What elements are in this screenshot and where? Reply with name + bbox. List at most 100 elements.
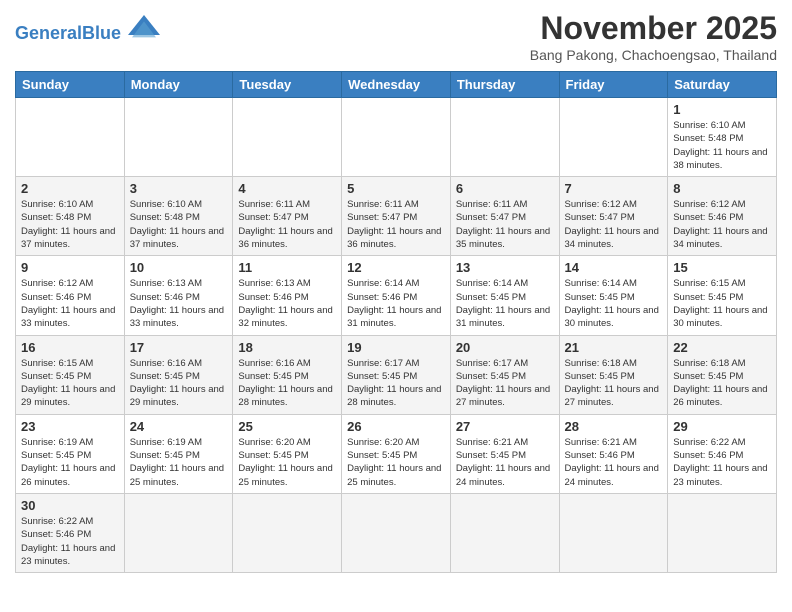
calendar-cell: 3 Sunrise: 6:10 AM Sunset: 5:48 PM Daylig… — [124, 177, 233, 256]
day-info: Sunrise: 6:15 AM Sunset: 5:45 PM Dayligh… — [21, 357, 119, 410]
day-info: Sunrise: 6:12 AM Sunset: 5:46 PM Dayligh… — [21, 277, 119, 330]
day-number: 22 — [673, 340, 771, 355]
day-number: 17 — [130, 340, 228, 355]
day-info: Sunrise: 6:17 AM Sunset: 5:45 PM Dayligh… — [347, 357, 445, 410]
day-number: 24 — [130, 419, 228, 434]
day-number: 6 — [456, 181, 554, 196]
calendar-week-5: 30 Sunrise: 6:22 AM Sunset: 5:46 PM Dayli… — [16, 493, 777, 572]
day-info: Sunrise: 6:11 AM Sunset: 5:47 PM Dayligh… — [456, 198, 554, 251]
day-info: Sunrise: 6:18 AM Sunset: 5:45 PM Dayligh… — [673, 357, 771, 410]
logo-icon — [128, 15, 160, 39]
day-info: Sunrise: 6:18 AM Sunset: 5:45 PM Dayligh… — [565, 357, 663, 410]
calendar-cell: 8Sunrise: 6:12 AM Sunset: 5:46 PM Daylig… — [668, 177, 777, 256]
calendar-week-2: 9Sunrise: 6:12 AM Sunset: 5:46 PM Daylig… — [16, 256, 777, 335]
day-number: 20 — [456, 340, 554, 355]
day-number: 13 — [456, 260, 554, 275]
day-number: 14 — [565, 260, 663, 275]
day-info: Sunrise: 6:21 AM Sunset: 5:45 PM Dayligh… — [456, 436, 554, 489]
calendar-cell: 21Sunrise: 6:18 AM Sunset: 5:45 PM Dayli… — [559, 335, 668, 414]
calendar-week-3: 16 Sunrise: 6:15 AM Sunset: 5:45 PM Dayli… — [16, 335, 777, 414]
calendar-cell — [124, 98, 233, 177]
day-info: Sunrise: 6:13 AM Sunset: 5:46 PM Dayligh… — [238, 277, 336, 330]
day-info: Sunrise: 6:10 AM Sunset: 5:48 PM Dayligh… — [130, 198, 228, 251]
day-info: Sunrise: 6:22 AM Sunset: 5:46 PM Dayligh… — [673, 436, 771, 489]
calendar-cell: 7 Sunrise: 6:12 AM Sunset: 5:47 PM Daylig… — [559, 177, 668, 256]
day-number: 2 — [21, 181, 119, 196]
day-info: Sunrise: 6:16 AM Sunset: 5:45 PM Dayligh… — [238, 357, 336, 410]
calendar-cell: 11 Sunrise: 6:13 AM Sunset: 5:46 PM Dayli… — [233, 256, 342, 335]
day-info: Sunrise: 6:11 AM Sunset: 5:47 PM Dayligh… — [238, 198, 336, 251]
day-number: 7 — [565, 181, 663, 196]
calendar-cell: 1Sunrise: 6:10 AM Sunset: 5:48 PM Daylig… — [668, 98, 777, 177]
calendar-subtitle: Bang Pakong, Chachoengsao, Thailand — [530, 47, 777, 63]
header-saturday: Saturday — [668, 72, 777, 98]
day-number: 16 — [21, 340, 119, 355]
calendar-cell: 23Sunrise: 6:19 AM Sunset: 5:45 PM Dayli… — [16, 414, 125, 493]
calendar-cell: 17 Sunrise: 6:16 AM Sunset: 5:45 PM Dayli… — [124, 335, 233, 414]
day-info: Sunrise: 6:13 AM Sunset: 5:46 PM Dayligh… — [130, 277, 228, 330]
calendar-cell: 25Sunrise: 6:20 AM Sunset: 5:45 PM Dayli… — [233, 414, 342, 493]
calendar-week-1: 2 Sunrise: 6:10 AM Sunset: 5:48 PM Daylig… — [16, 177, 777, 256]
calendar-week-0: 1Sunrise: 6:10 AM Sunset: 5:48 PM Daylig… — [16, 98, 777, 177]
day-info: Sunrise: 6:10 AM Sunset: 5:48 PM Dayligh… — [21, 198, 119, 251]
day-info: Sunrise: 6:11 AM Sunset: 5:47 PM Dayligh… — [347, 198, 445, 251]
calendar-cell: 18 Sunrise: 6:16 AM Sunset: 5:45 PM Dayli… — [233, 335, 342, 414]
header-friday: Friday — [559, 72, 668, 98]
title-block: November 2025 Bang Pakong, Chachoengsao,… — [530, 10, 777, 63]
day-info: Sunrise: 6:19 AM Sunset: 5:45 PM Dayligh… — [130, 436, 228, 489]
day-info: Sunrise: 6:17 AM Sunset: 5:45 PM Dayligh… — [456, 357, 554, 410]
calendar-header-row: SundayMondayTuesdayWednesdayThursdayFrid… — [16, 72, 777, 98]
calendar-table: SundayMondayTuesdayWednesdayThursdayFrid… — [15, 71, 777, 573]
day-info: Sunrise: 6:19 AM Sunset: 5:45 PM Dayligh… — [21, 436, 119, 489]
calendar-cell: 30 Sunrise: 6:22 AM Sunset: 5:46 PM Dayli… — [16, 493, 125, 572]
calendar-week-4: 23Sunrise: 6:19 AM Sunset: 5:45 PM Dayli… — [16, 414, 777, 493]
day-info: Sunrise: 6:14 AM Sunset: 5:45 PM Dayligh… — [565, 277, 663, 330]
day-number: 29 — [673, 419, 771, 434]
calendar-cell: 26Sunrise: 6:20 AM Sunset: 5:45 PM Dayli… — [342, 414, 451, 493]
day-number: 28 — [565, 419, 663, 434]
calendar-cell — [450, 493, 559, 572]
day-info: Sunrise: 6:10 AM Sunset: 5:48 PM Dayligh… — [673, 119, 771, 172]
calendar-cell — [233, 98, 342, 177]
header-sunday: Sunday — [16, 72, 125, 98]
day-number: 30 — [21, 498, 119, 513]
day-number: 3 — [130, 181, 228, 196]
header-thursday: Thursday — [450, 72, 559, 98]
calendar-cell: 5Sunrise: 6:11 AM Sunset: 5:47 PM Daylig… — [342, 177, 451, 256]
day-number: 25 — [238, 419, 336, 434]
day-number: 27 — [456, 419, 554, 434]
header-monday: Monday — [124, 72, 233, 98]
day-info: Sunrise: 6:14 AM Sunset: 5:45 PM Dayligh… — [456, 277, 554, 330]
day-number: 10 — [130, 260, 228, 275]
calendar-cell — [124, 493, 233, 572]
calendar-cell: 4 Sunrise: 6:11 AM Sunset: 5:47 PM Daylig… — [233, 177, 342, 256]
logo-text: GeneralBlue — [15, 23, 126, 43]
day-info: Sunrise: 6:16 AM Sunset: 5:45 PM Dayligh… — [130, 357, 228, 410]
calendar-cell: 6 Sunrise: 6:11 AM Sunset: 5:47 PM Daylig… — [450, 177, 559, 256]
calendar-cell: 28 Sunrise: 6:21 AM Sunset: 5:46 PM Dayli… — [559, 414, 668, 493]
day-number: 8 — [673, 181, 771, 196]
calendar-cell: 14 Sunrise: 6:14 AM Sunset: 5:45 PM Dayli… — [559, 256, 668, 335]
calendar-cell: 20 Sunrise: 6:17 AM Sunset: 5:45 PM Dayli… — [450, 335, 559, 414]
day-info: Sunrise: 6:14 AM Sunset: 5:46 PM Dayligh… — [347, 277, 445, 330]
calendar-cell — [668, 493, 777, 572]
day-info: Sunrise: 6:21 AM Sunset: 5:46 PM Dayligh… — [565, 436, 663, 489]
day-number: 18 — [238, 340, 336, 355]
calendar-cell: 27 Sunrise: 6:21 AM Sunset: 5:45 PM Dayli… — [450, 414, 559, 493]
day-info: Sunrise: 6:22 AM Sunset: 5:46 PM Dayligh… — [21, 515, 119, 568]
header-wednesday: Wednesday — [342, 72, 451, 98]
logo: GeneralBlue — [15, 15, 160, 44]
calendar-cell: 29 Sunrise: 6:22 AM Sunset: 5:46 PM Dayli… — [668, 414, 777, 493]
day-number: 15 — [673, 260, 771, 275]
calendar-cell: 9Sunrise: 6:12 AM Sunset: 5:46 PM Daylig… — [16, 256, 125, 335]
day-number: 4 — [238, 181, 336, 196]
day-info: Sunrise: 6:20 AM Sunset: 5:45 PM Dayligh… — [347, 436, 445, 489]
calendar-cell — [342, 98, 451, 177]
calendar-cell: 16 Sunrise: 6:15 AM Sunset: 5:45 PM Dayli… — [16, 335, 125, 414]
calendar-cell — [16, 98, 125, 177]
calendar-cell: 22 Sunrise: 6:18 AM Sunset: 5:45 PM Dayli… — [668, 335, 777, 414]
day-number: 11 — [238, 260, 336, 275]
calendar-cell: 2 Sunrise: 6:10 AM Sunset: 5:48 PM Daylig… — [16, 177, 125, 256]
day-info: Sunrise: 6:12 AM Sunset: 5:47 PM Dayligh… — [565, 198, 663, 251]
calendar-cell: 12Sunrise: 6:14 AM Sunset: 5:46 PM Dayli… — [342, 256, 451, 335]
